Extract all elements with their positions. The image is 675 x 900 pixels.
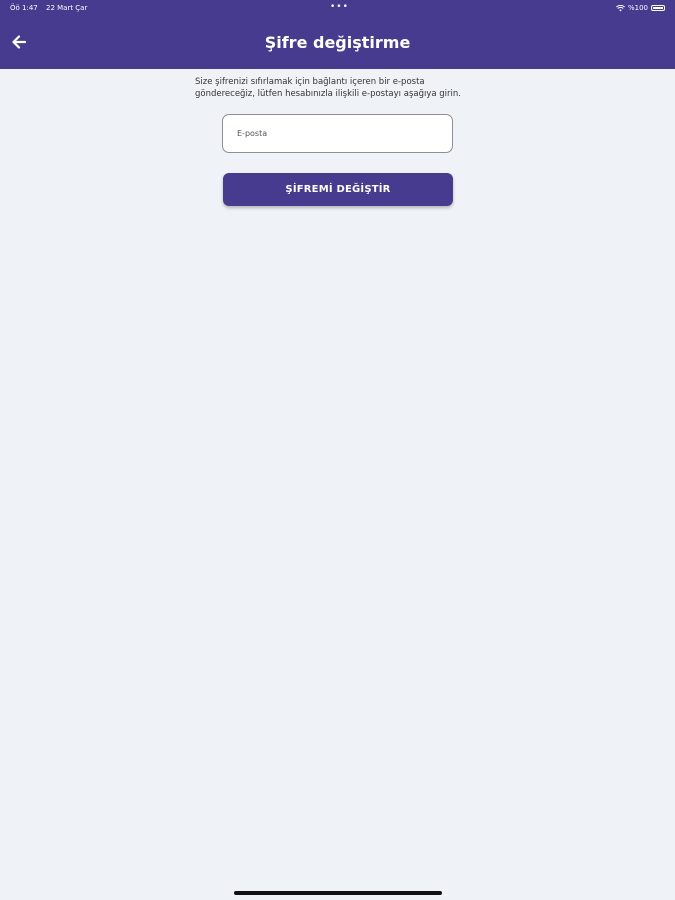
multitasking-dots[interactable]: ••• — [330, 0, 349, 15]
status-time-date: Öö 1:47 22 Mart Çar — [10, 0, 87, 16]
battery-level — [653, 7, 663, 9]
home-indicator[interactable] — [234, 891, 442, 895]
status-indicators: %100 — [616, 0, 665, 16]
battery-percent: %100 — [627, 4, 648, 12]
status-time: Öö 1:47 — [10, 4, 38, 12]
app-header: Öö 1:47 22 Mart Çar ••• %100 Şifre değiş… — [0, 0, 675, 69]
page-title: Şifre değiştirme — [264, 33, 411, 52]
email-field[interactable] — [222, 114, 453, 153]
status-date: 22 Mart Çar — [45, 4, 88, 12]
description-line-1: Size şifrenizi sıfırlamak için bağlantı … — [195, 77, 425, 87]
wifi-icon — [616, 4, 625, 11]
battery-icon — [651, 5, 665, 11]
change-password-button[interactable]: ŞİFREMİ DEĞİŞTİR — [223, 173, 453, 206]
description-line-2: göndereceğiz, lütfen hesabınızla ilişkil… — [195, 89, 461, 99]
reset-description: Size şifrenizi sıfırlamak için bağlantı … — [195, 76, 485, 100]
status-bar: Öö 1:47 22 Mart Çar ••• %100 — [0, 0, 675, 16]
